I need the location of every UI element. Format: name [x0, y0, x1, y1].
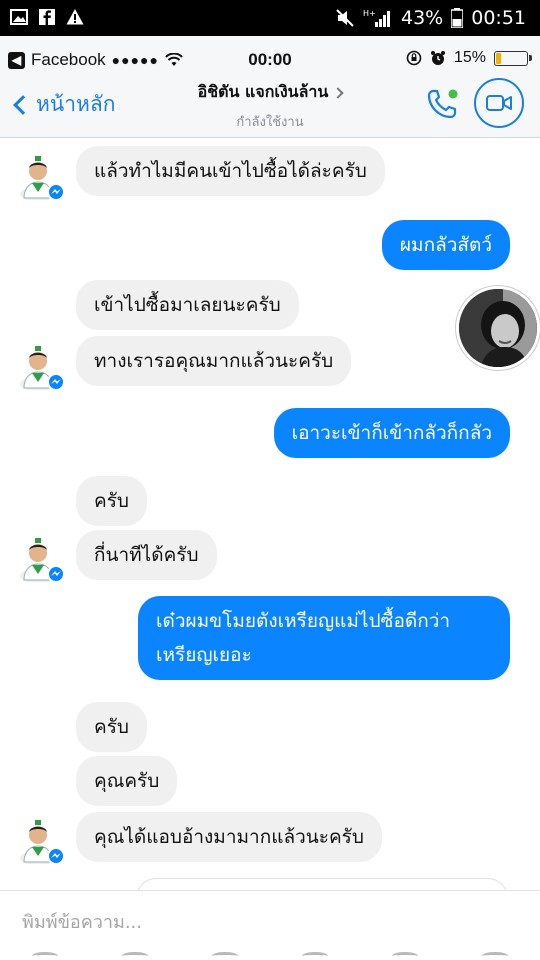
phone-call-button[interactable]: [424, 86, 460, 122]
back-button[interactable]: หน้าหลัก: [10, 88, 115, 121]
signal-icon: H+: [363, 9, 390, 27]
toolbar-icon[interactable]: [302, 952, 328, 960]
message-bubble-received[interactable]: เข้าไปซื้อมาเลยนะครับ: [76, 280, 299, 330]
conversation-nav: หน้าหลัก อิชิตัน แจกเงินล้าน กำลังใช้งาน: [0, 78, 540, 136]
chevron-right-icon: [332, 86, 345, 99]
message-bubble-received[interactable]: ครับ: [76, 476, 147, 526]
message-bubble-received[interactable]: ครับ: [76, 702, 147, 752]
contact-avatar: [20, 156, 65, 200]
ios-battery-icon: [494, 50, 532, 66]
rotation-lock-icon: [406, 50, 422, 66]
android-battery-text: 43%: [401, 7, 444, 29]
alarm-icon: [430, 51, 445, 65]
toolbar-icon[interactable]: [32, 952, 58, 960]
ios-battery-text: 15%: [453, 49, 486, 66]
battery-icon: [451, 8, 464, 28]
message-bubble-sent[interactable]: เด๋วผมขโมยตังเหรียญแม่ไปซื้อดีกว่า เหรีย…: [138, 596, 510, 680]
contact-title[interactable]: อิชิตัน แจกเงินล้าน กำลังใช้งาน: [170, 80, 370, 132]
message-bubble-sent[interactable]: เอาวะเข้าก็เข้ากลัวก็กลัว: [273, 408, 510, 458]
composer-toolbar: [0, 952, 540, 960]
message-thread[interactable]: แล้วทำไมมีคนเข้าไปซื้อได้ล่ะครับ ผมกลัวส…: [0, 138, 540, 890]
facebook-notification-icon: [39, 9, 55, 25]
warning-icon: [66, 9, 84, 25]
toolbar-icon[interactable]: [122, 952, 148, 960]
message-bubble-received[interactable]: แล้วทำไมมีคนเข้าไปซื้อได้ล่ะครับ: [76, 146, 385, 196]
user-avatar-photo: [459, 289, 537, 367]
toolbar-icon[interactable]: [482, 952, 508, 960]
contact-avatar: [20, 820, 65, 864]
contact-avatar: [20, 346, 65, 390]
toolbar-icon[interactable]: [392, 952, 418, 960]
message-bubble-received[interactable]: คุณครับ: [76, 756, 178, 806]
message-composer: [0, 890, 540, 960]
svg-text:H+: H+: [363, 9, 376, 18]
video-call-button[interactable]: [474, 78, 524, 128]
ios-status-bar: ◀ Facebook ●●●●● 00:00 15%: [0, 36, 540, 80]
android-time: 00:51: [471, 7, 526, 29]
messenger-header: ◀ Facebook ●●●●● 00:00 15% หน้าหลัก อิชิ…: [0, 36, 540, 138]
contact-status: กำลังใช้งาน: [236, 115, 304, 130]
contact-name: อิชิตัน แจกเงินล้าน: [197, 82, 329, 101]
toolbar-icon[interactable]: [212, 952, 238, 960]
contact-avatar: [20, 538, 65, 582]
message-bubble-received[interactable]: คุณได้แอบอ้างมามากแล้วนะครับ: [76, 812, 382, 862]
back-label: หน้าหลัก: [36, 92, 116, 116]
user-avatar: [456, 286, 540, 370]
message-bubble-received[interactable]: ทางเรารอคุณมากแล้วนะครับ: [76, 336, 352, 386]
chevron-left-icon: [13, 94, 33, 115]
mute-icon: [336, 9, 354, 27]
video-camera-icon: [486, 95, 512, 111]
android-status-bar: H+ 43% 00:51: [0, 0, 540, 36]
message-bubble-sent[interactable]: ผมกลัวสัตว์: [381, 220, 510, 270]
message-input[interactable]: [22, 905, 502, 939]
message-bubble-received[interactable]: กี่นาทีได้ครับ: [76, 530, 217, 580]
gallery-icon: [10, 9, 28, 25]
